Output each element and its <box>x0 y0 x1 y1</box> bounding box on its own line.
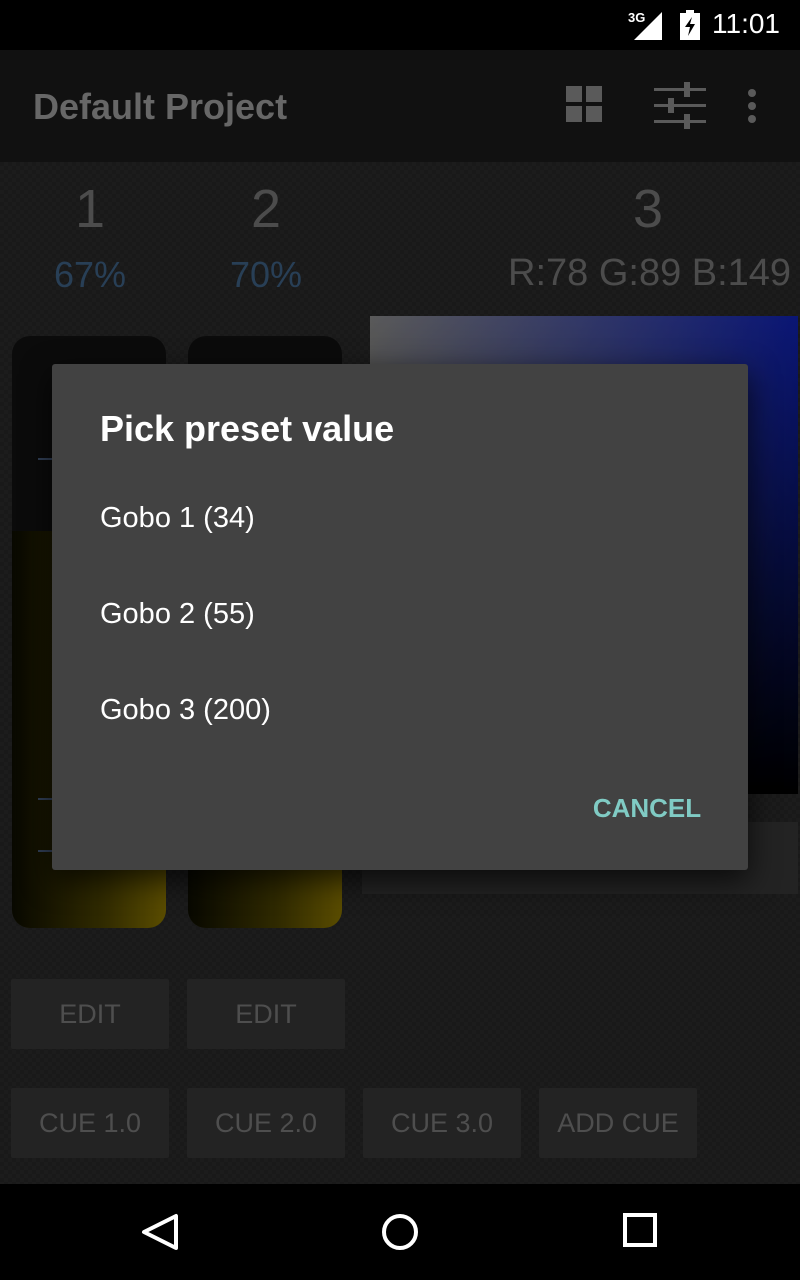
preset-option-label: Gobo 1 (34) <box>100 502 255 534</box>
recents-icon[interactable] <box>622 1212 658 1248</box>
preset-option-gobo-1[interactable]: Gobo 1 (34) <box>52 472 748 568</box>
battery-charging-icon <box>680 10 700 40</box>
signal-icon <box>634 12 662 40</box>
clock: 11:01 <box>712 8 780 39</box>
preset-dialog: Pick preset value Gobo 1 (34) Gobo 2 (55… <box>52 364 748 870</box>
cancel-button[interactable]: CANCEL <box>572 776 722 840</box>
home-icon[interactable] <box>380 1212 420 1252</box>
status-bar: 3G 11:01 <box>0 0 800 50</box>
back-icon[interactable] <box>140 1212 180 1252</box>
preset-option-label: Gobo 2 (55) <box>100 598 255 630</box>
preset-option-gobo-3[interactable]: Gobo 3 (200) <box>52 664 748 760</box>
preset-option-gobo-2[interactable]: Gobo 2 (55) <box>52 568 748 664</box>
preset-option-label: Gobo 3 (200) <box>100 694 271 726</box>
navigation-bar <box>0 1184 800 1280</box>
dialog-title: Pick preset value <box>100 408 395 449</box>
screen: 3G 11:01 Default Project 1 2 3 67% 70% R… <box>0 0 800 1280</box>
